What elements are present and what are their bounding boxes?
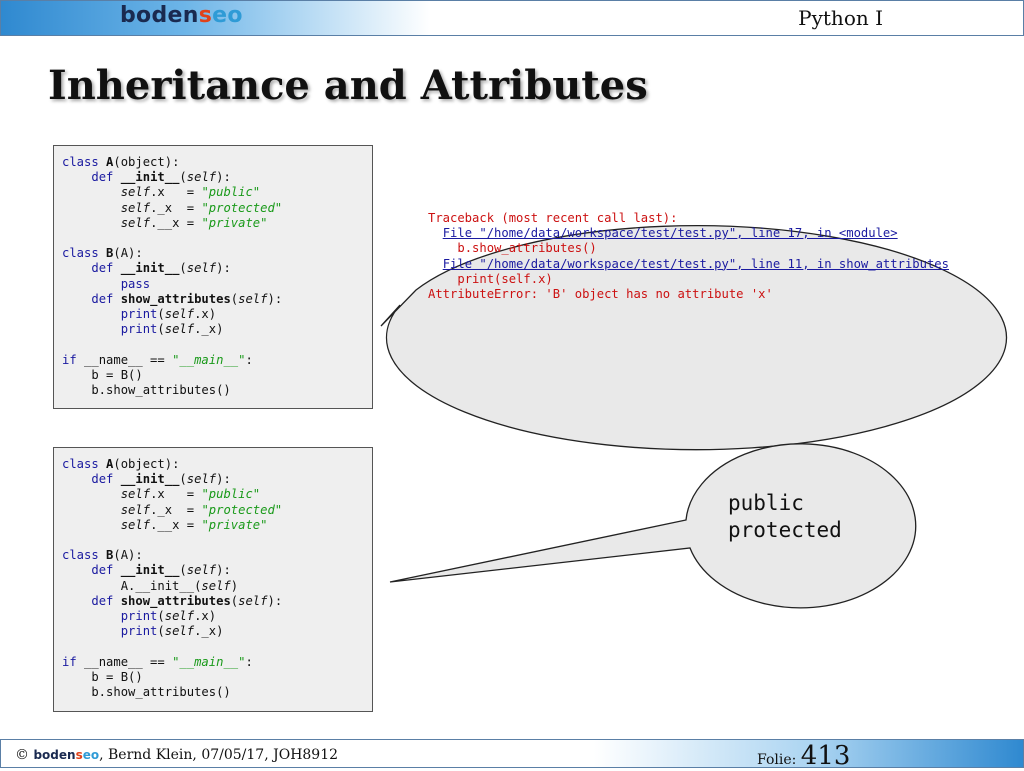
traceback-file-line-1: File "/home/data/workspace/test/test.py"… (442, 226, 898, 241)
slide-number: Folie: 413 (757, 741, 850, 771)
traceback-error: AttributeError: 'B' object has no attrib… (428, 287, 773, 302)
output-line-1: public (728, 491, 804, 515)
footer-bar: © bodenseo, Bernd Klein, 07/05/17, JOH89… (0, 739, 1024, 771)
footer-logo: bodenseo (33, 748, 100, 762)
folie-label: Folie: (757, 752, 797, 768)
footer-credit: © bodenseo, Bernd Klein, 07/05/17, JOH89… (15, 747, 338, 763)
program-output: public protected (728, 490, 842, 544)
traceback-header: Traceback (most recent call last): (428, 211, 678, 225)
traceback-code-line-1: b.show_attributes() (457, 241, 597, 256)
footer-author: , Bernd Klein, 07/05/17, JOH8912 (99, 747, 339, 763)
folie-number: 413 (800, 741, 851, 771)
traceback-file-line-2: File "/home/data/workspace/test/test.py"… (442, 256, 949, 271)
speech-bubbles (380, 225, 1008, 609)
copyright-symbol: © (15, 747, 29, 763)
traceback-output: Traceback (most recent call last): File … (428, 211, 949, 302)
traceback-code-line-2: print(self.x) (457, 271, 553, 286)
output-line-2: protected (728, 518, 842, 542)
